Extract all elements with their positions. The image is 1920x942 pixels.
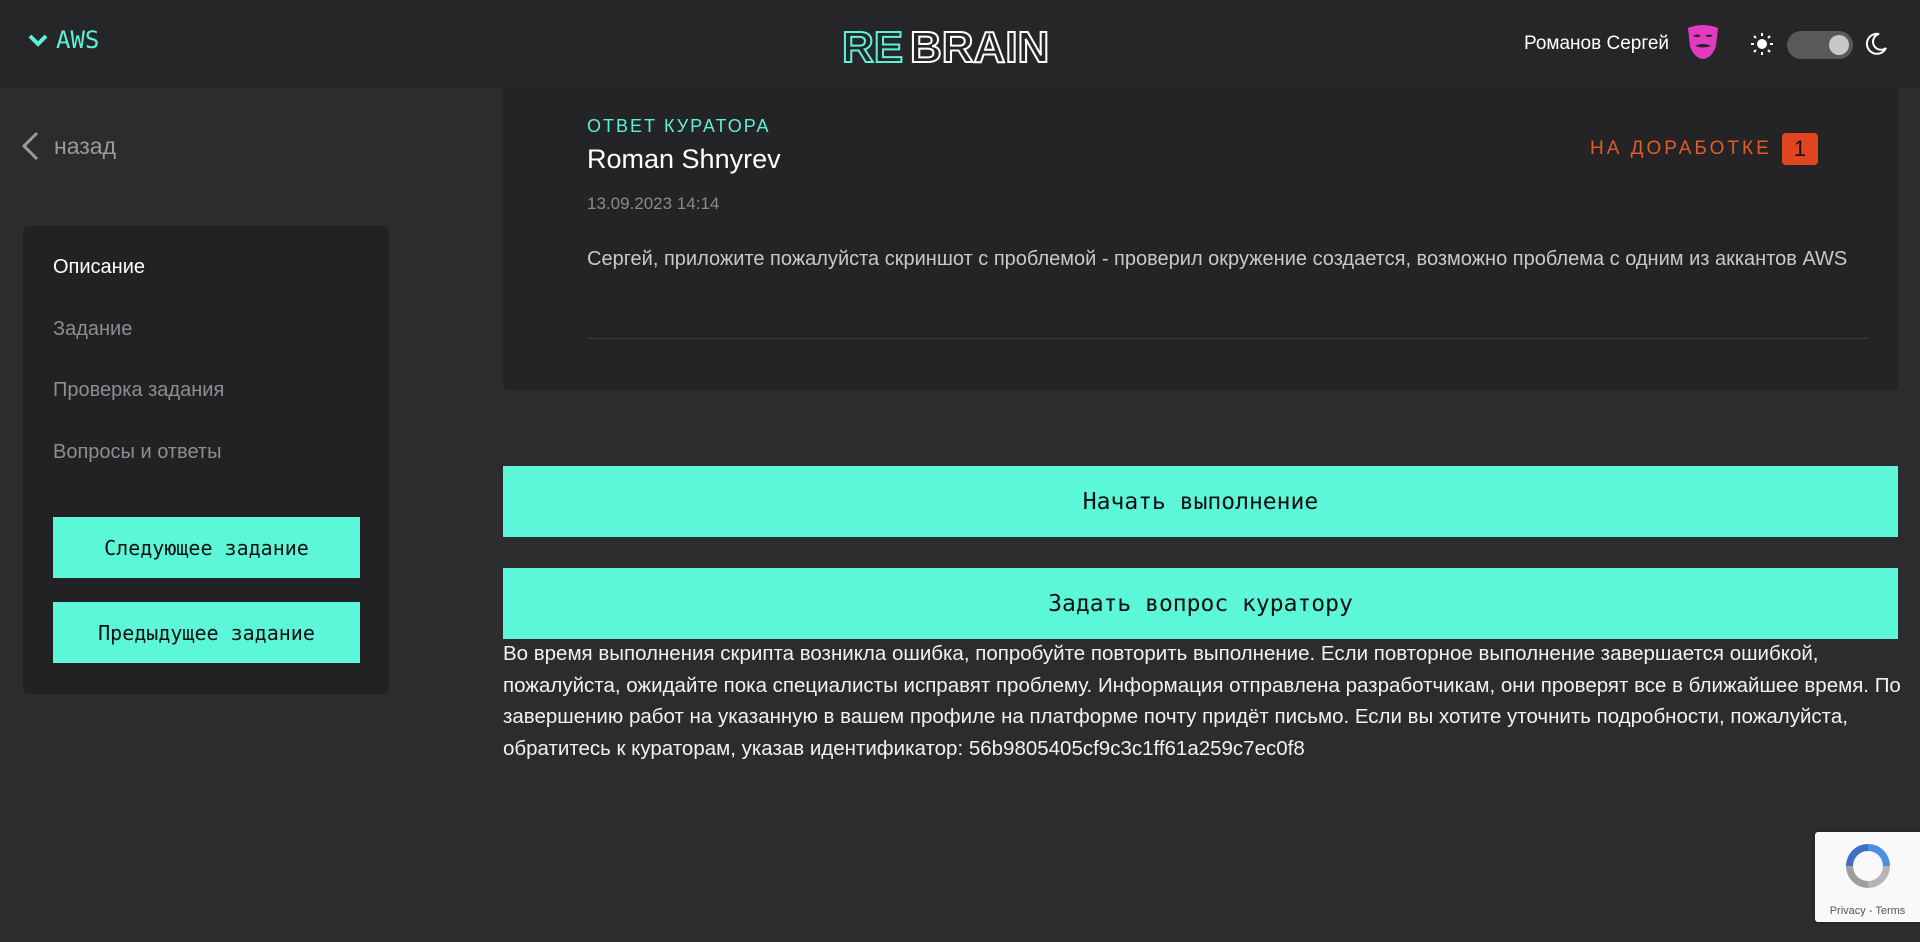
- top-header: AWS RE BRAIN Романов Сергей: [0, 0, 1920, 88]
- rebrain-logo[interactable]: RE BRAIN: [842, 22, 1078, 66]
- start-execution-button[interactable]: Начать выполнение: [503, 466, 1898, 537]
- theme-toggle-knob: [1829, 35, 1849, 55]
- chevron-left-icon: [21, 131, 39, 161]
- recaptcha-links[interactable]: Privacy - Terms: [1815, 905, 1920, 917]
- nav-qa[interactable]: Вопросы и ответы: [53, 441, 221, 464]
- status-indicator: НА ДОРАБОТКЕ 1: [1590, 133, 1818, 165]
- curator-response-label: ОТВЕТ КУРАТОРА: [587, 116, 771, 136]
- recaptcha-icon: [1846, 844, 1890, 888]
- moon-icon[interactable]: [1864, 32, 1888, 56]
- response-date: 13.09.2023 14:14: [587, 194, 720, 213]
- logo-text-re: RE: [842, 23, 903, 66]
- logo-text-brain: BRAIN: [910, 23, 1049, 66]
- curator-response-card: ОТВЕТ КУРАТОРА Roman Shnyrev 13.09.2023 …: [503, 88, 1898, 390]
- sun-icon[interactable]: [1750, 32, 1774, 56]
- error-message: Во время выполнения скрипта возникла оши…: [503, 642, 1901, 760]
- course-label: AWS: [56, 26, 100, 54]
- back-label: назад: [54, 132, 116, 159]
- course-selector[interactable]: AWS: [28, 26, 99, 54]
- status-badge: 1: [1781, 133, 1818, 165]
- recaptcha-badge[interactable]: Privacy - Terms: [1815, 832, 1920, 922]
- anonymous-mask-icon[interactable]: [1686, 22, 1720, 60]
- theme-toggle[interactable]: [1787, 31, 1853, 59]
- curator-name: Roman Shnyrev: [587, 144, 781, 174]
- nav-task[interactable]: Задание: [53, 318, 132, 341]
- back-link[interactable]: назад: [20, 130, 116, 162]
- card-divider: [587, 338, 1869, 339]
- chevron-down-icon: [28, 34, 48, 47]
- next-task-button[interactable]: Следующее задание: [53, 517, 360, 578]
- user-name[interactable]: Романов Сергей: [1524, 33, 1669, 55]
- prev-task-button[interactable]: Предыдущее задание: [53, 602, 360, 663]
- curator-comment: Сергей, приложите пожалуйста скриншот с …: [587, 248, 1848, 270]
- status-text: НА ДОРАБОТКЕ: [1589, 138, 1772, 159]
- task-sidebar: Описание Задание Проверка задания Вопрос…: [23, 226, 389, 694]
- nav-task-check[interactable]: Проверка задания: [53, 379, 224, 402]
- ask-curator-button[interactable]: Задать вопрос куратору: [503, 568, 1898, 639]
- nav-description[interactable]: Описание: [53, 256, 145, 279]
